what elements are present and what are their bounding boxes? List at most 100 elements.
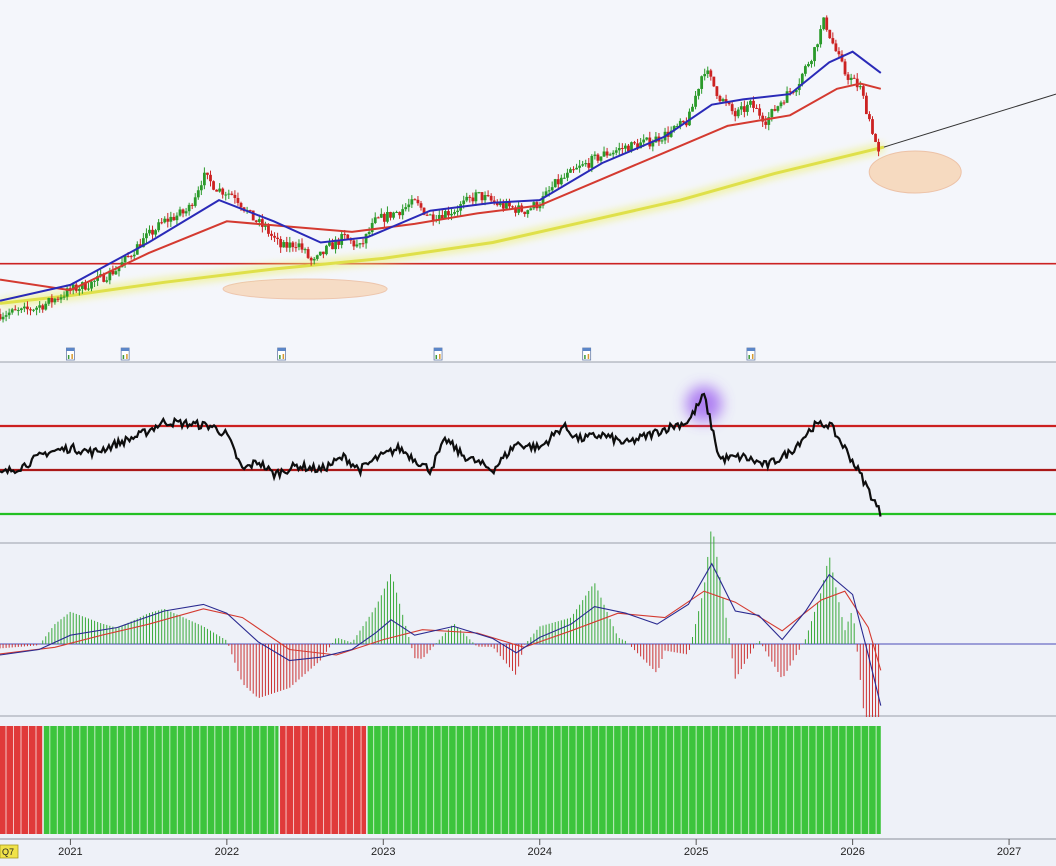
candle-body (834, 43, 838, 52)
candle-body (257, 219, 261, 222)
candle-body (169, 216, 173, 222)
candle-body (13, 309, 17, 311)
x-tick-label: 2021 (58, 846, 82, 858)
candle (553, 178, 557, 188)
candle-body (382, 213, 386, 222)
candle-body (404, 207, 408, 210)
calendar-icon (433, 347, 443, 361)
regime-panel (0, 717, 1056, 839)
candle-body (267, 225, 270, 234)
x-tick-label: 2027 (997, 846, 1021, 858)
candle-body (453, 212, 456, 214)
candle-body (29, 309, 32, 311)
candle-body (4, 315, 8, 317)
candle-body (401, 209, 405, 216)
candle-body (148, 229, 151, 234)
candle-body (733, 111, 737, 117)
candle-body (389, 211, 392, 218)
candle-body (355, 244, 359, 247)
candle-body (773, 109, 777, 111)
candle-body (50, 298, 54, 303)
candle-body (608, 154, 612, 156)
candle-body (160, 222, 164, 224)
candle-body (239, 202, 243, 208)
candle-body (364, 233, 368, 244)
candle-body (175, 215, 179, 221)
candle-body (291, 242, 295, 248)
candle-body (465, 196, 469, 201)
candle-body (593, 154, 597, 156)
candle-body (443, 211, 447, 219)
candle-body (0, 314, 2, 320)
candle (825, 15, 829, 32)
candle-body (474, 192, 478, 202)
candle-body (776, 106, 780, 111)
candle-body (410, 199, 414, 205)
candle-body (196, 190, 200, 198)
candle-body (709, 70, 713, 77)
candle-body (511, 206, 514, 208)
candle-body (721, 99, 725, 102)
calendar-icon-bar (279, 355, 281, 359)
candle-body (590, 155, 594, 168)
candle-body (264, 225, 267, 227)
candle-body (447, 211, 450, 216)
candle-body (392, 212, 395, 218)
candle-body (877, 141, 880, 152)
candle-body (32, 309, 35, 311)
candle (822, 17, 826, 31)
candle-body (874, 133, 877, 142)
candle-body (26, 306, 29, 310)
candle-body (559, 177, 563, 185)
candle-body (822, 17, 826, 30)
candle-body (562, 177, 566, 179)
candle-body (212, 181, 215, 190)
candle-body (651, 142, 655, 147)
candle-body (386, 211, 389, 222)
candle-body (352, 240, 356, 247)
candle-body (312, 258, 316, 261)
candle-body (315, 255, 319, 259)
calendar-icon-bar (71, 354, 73, 359)
candle-body (660, 140, 664, 142)
candle-body (852, 77, 856, 79)
candle-body (700, 76, 704, 89)
candle-body (764, 121, 768, 125)
candle-body (489, 195, 493, 201)
candle-body (855, 78, 859, 88)
candle-body (599, 156, 603, 161)
candle (828, 29, 832, 39)
calendar-icon (746, 347, 756, 361)
candle-body (526, 210, 530, 215)
candle-body (736, 109, 740, 117)
candle-body (803, 66, 807, 74)
candle-body (416, 199, 420, 204)
candle-body (376, 217, 380, 219)
candle-body (703, 73, 707, 77)
calendar-icon-bar (122, 355, 125, 359)
x-tick-label: 2024 (527, 846, 551, 858)
candle-body (575, 167, 578, 170)
candle-body (206, 172, 209, 175)
candle-body (132, 254, 136, 257)
candle-body (529, 208, 533, 211)
candle-body (233, 194, 237, 198)
x-tick-label: 2026 (840, 846, 864, 858)
candle-body (810, 61, 813, 65)
candle-body (90, 281, 93, 289)
candle-body (611, 152, 615, 155)
candle-body (227, 193, 231, 195)
candle-body (770, 109, 774, 118)
candle-body (706, 70, 710, 74)
calendar-icon-top (66, 348, 75, 351)
candle-body (718, 96, 722, 102)
x-tick-label: 2022 (215, 846, 239, 858)
candle-body (578, 165, 582, 168)
stock-chart: 2021 2022 2023 2024 2025 2026 2027 Q7 (0, 0, 1056, 866)
candle-body (297, 243, 301, 248)
candle-body (379, 213, 383, 218)
candle-body (7, 312, 11, 316)
candle-body (645, 137, 649, 140)
candle-body (190, 204, 194, 206)
candle-body (154, 230, 157, 235)
